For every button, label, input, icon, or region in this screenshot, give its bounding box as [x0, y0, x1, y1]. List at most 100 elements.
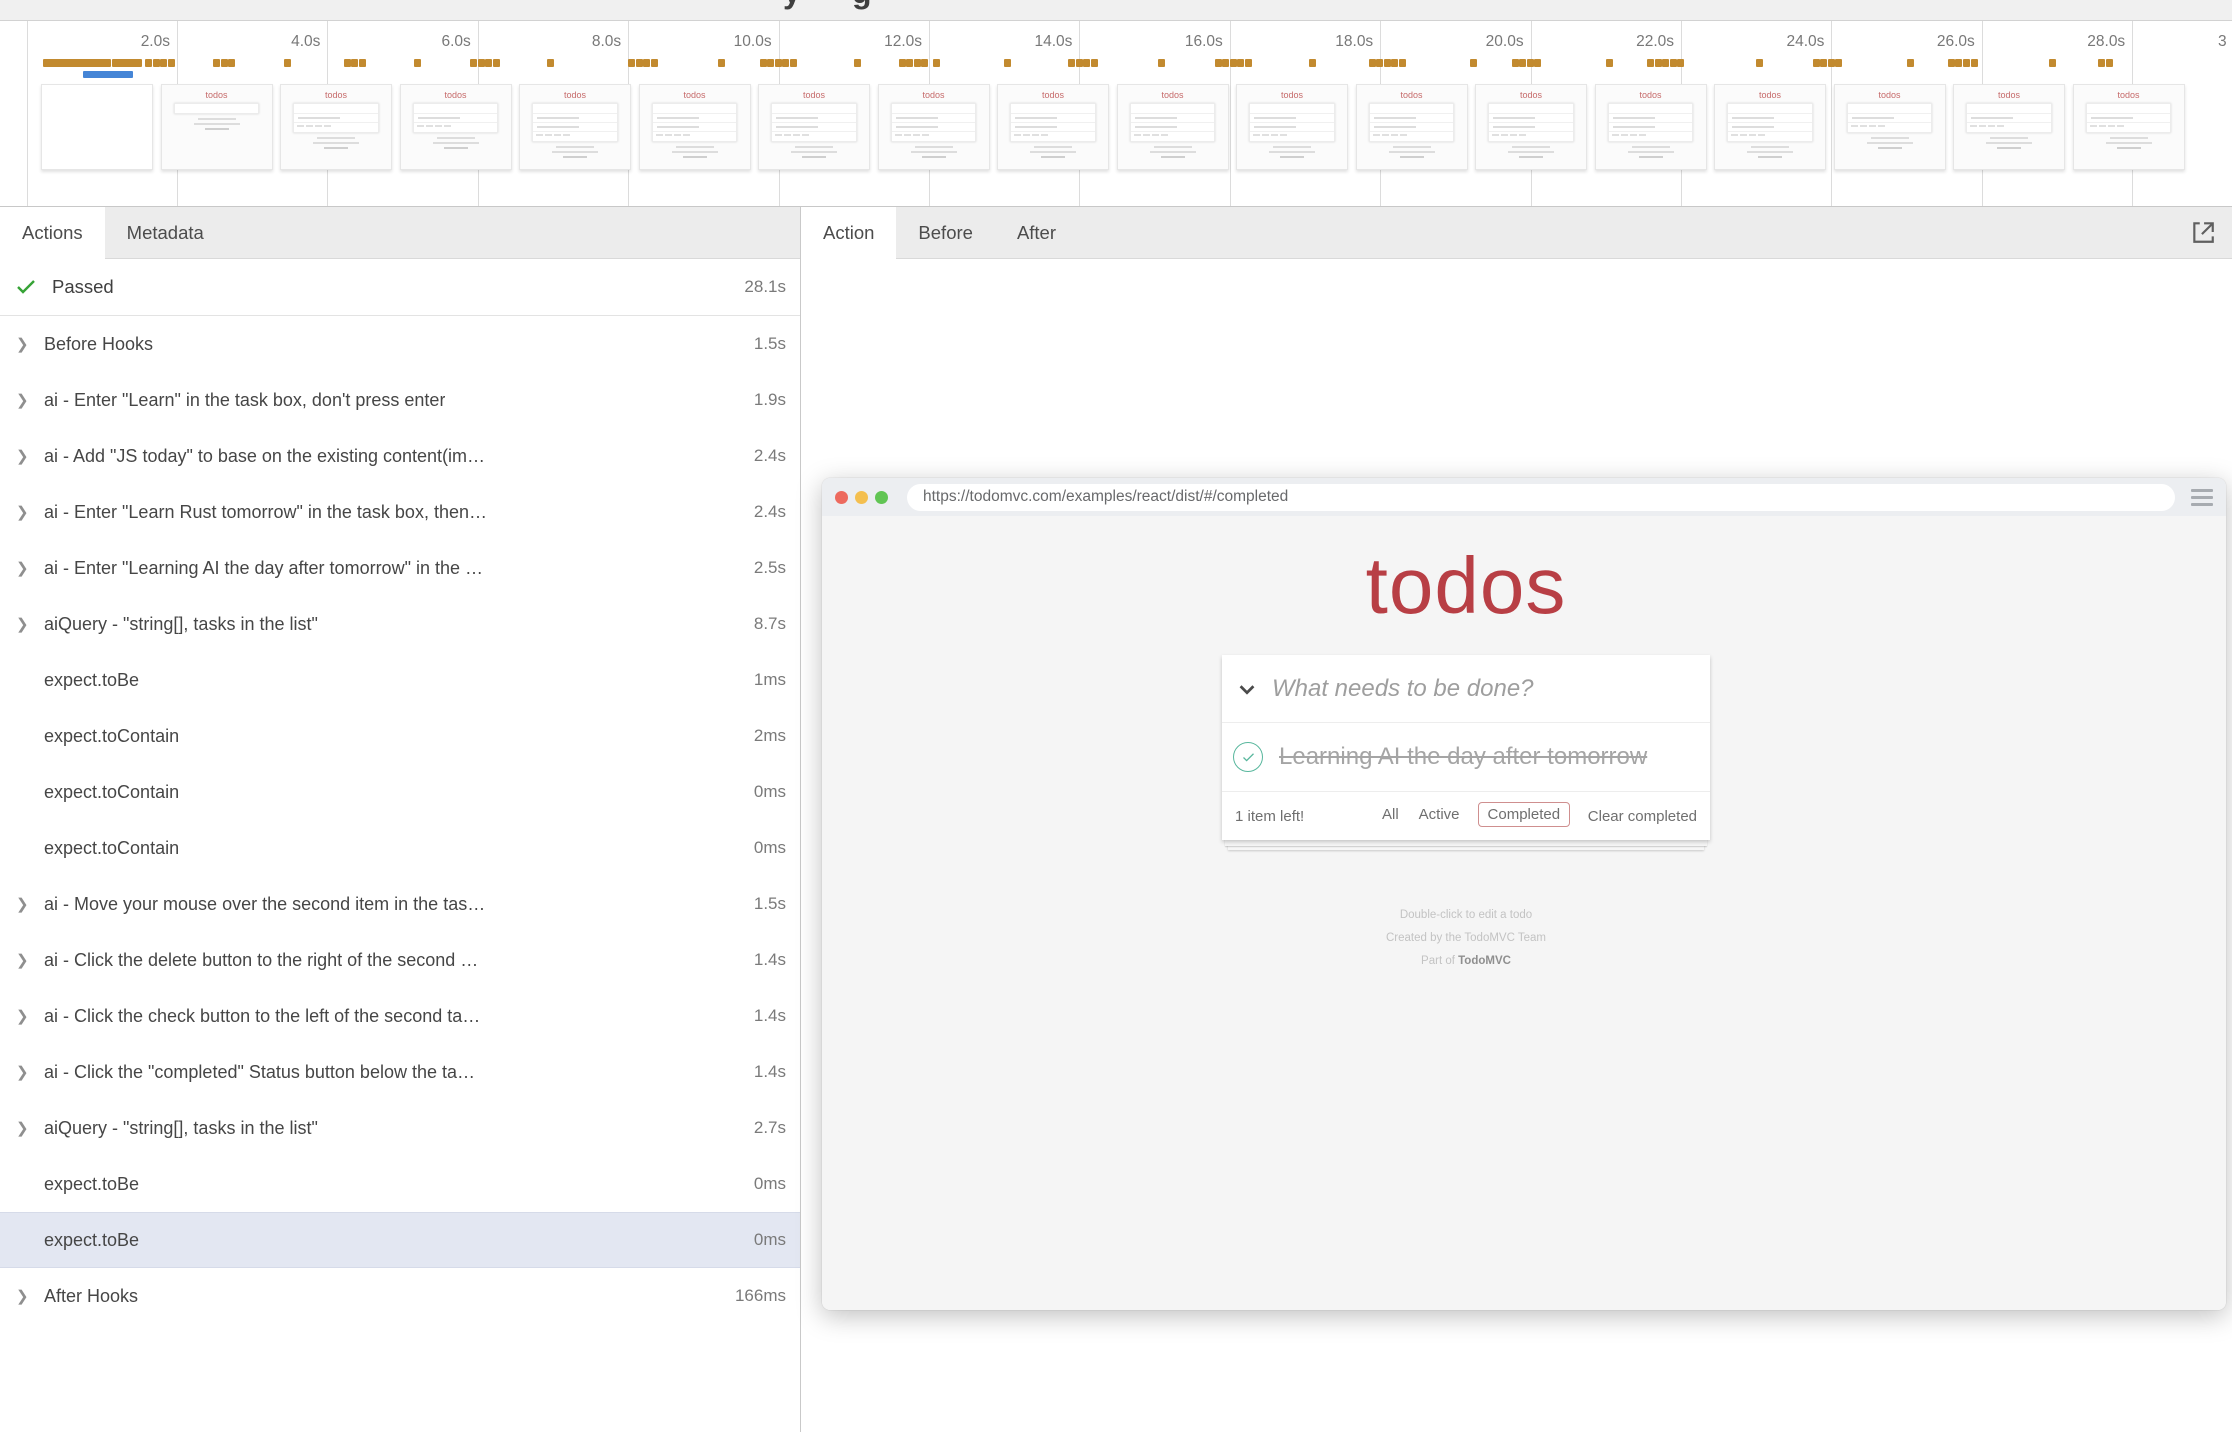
activity-mark [1158, 59, 1165, 67]
address-bar: https://todomvc.com/examples/react/dist/… [907, 484, 2175, 511]
activity-mark [651, 59, 658, 67]
timeline-tick-label: 24.0s [1786, 33, 1824, 51]
tab-after[interactable]: After [995, 207, 1078, 258]
activity-mark [782, 59, 789, 67]
activity-mark [760, 59, 767, 67]
thumbnail-todos-label: todos [1118, 90, 1228, 100]
filmstrip-thumbnail[interactable]: todos [400, 84, 512, 170]
timeline-tick-label: 18.0s [1335, 33, 1373, 51]
filmstrip-thumbnail[interactable]: todos [1595, 84, 1707, 170]
action-row[interactable]: expect.toBe0ms [0, 1156, 800, 1212]
filmstrip-thumbnail[interactable]: todos [161, 84, 273, 170]
expand-chevron-icon[interactable]: ❯ [16, 391, 44, 409]
action-row[interactable]: ❯ai - Click the check button to the left… [0, 988, 800, 1044]
action-row[interactable]: expect.toContain2ms [0, 708, 800, 764]
expand-chevron-icon[interactable]: ❯ [16, 615, 44, 633]
todo-completed-toggle-icon [1233, 742, 1263, 772]
action-row[interactable]: ❯ai - Enter "Learn" in the task box, don… [0, 372, 800, 428]
filmstrip-thumbnail[interactable]: todos [878, 84, 990, 170]
action-label: After Hooks [44, 1286, 138, 1307]
tab-metadata[interactable]: Metadata [105, 207, 226, 258]
filmstrip-thumbnail[interactable]: todos [1236, 84, 1348, 170]
filmstrip-thumbnail[interactable]: todos [280, 84, 392, 170]
filmstrip-thumbnail[interactable]: todos [2073, 84, 2185, 170]
activity-mark [767, 59, 774, 67]
activity-mark [284, 59, 291, 67]
action-row[interactable]: expect.toBe1ms [0, 652, 800, 708]
action-row[interactable]: ❯ai - Click the delete button to the rig… [0, 932, 800, 988]
window-title-fragment: y [783, 0, 801, 11]
action-rows: ❯Before Hooks1.5s❯ai - Enter "Learn" in … [0, 316, 800, 1324]
timeline-strip[interactable]: 2.0s4.0s6.0s8.0s10.0s12.0s14.0s16.0s18.0… [0, 21, 2232, 207]
action-row[interactable]: ❯ai - Enter "Learning AI the day after t… [0, 540, 800, 596]
expand-chevron-icon[interactable]: ❯ [16, 335, 44, 353]
timeline-tick-label: 10.0s [734, 33, 772, 51]
action-row[interactable]: ❯ai - Move your mouse over the second it… [0, 876, 800, 932]
filmstrip-thumbnail[interactable] [41, 84, 153, 170]
thumbnail-todos-label: todos [640, 90, 750, 100]
action-row[interactable]: ❯ai - Add "JS today" to base on the exis… [0, 428, 800, 484]
activity-mark [906, 59, 913, 67]
activity-mark [1004, 59, 1011, 67]
action-row[interactable]: ❯ai - Enter "Learn Rust tomorrow" in the… [0, 484, 800, 540]
action-duration: 1.9s [746, 390, 786, 410]
filmstrip-thumbnail[interactable]: todos [1117, 84, 1229, 170]
tab-before[interactable]: Before [896, 207, 995, 258]
filmstrip-thumbnail[interactable]: todos [1834, 84, 1946, 170]
traffic-light-close-icon [835, 491, 848, 504]
thumbnail-todos-label: todos [281, 90, 391, 100]
filmstrip-thumbnail[interactable]: todos [997, 84, 1109, 170]
filmstrip-thumbnail[interactable]: todos [1475, 84, 1587, 170]
action-row[interactable]: expect.toContain0ms [0, 820, 800, 876]
expand-chevron-icon[interactable]: ❯ [16, 895, 44, 913]
expand-chevron-icon[interactable]: ❯ [16, 1119, 44, 1137]
todo-card: What needs to be done? Learning AI the d… [1222, 655, 1710, 840]
activity-mark [1309, 59, 1316, 67]
activity-mark [1083, 59, 1090, 67]
expand-chevron-icon[interactable]: ❯ [16, 559, 44, 577]
timeline-tick-label: 8.0s [592, 33, 621, 51]
action-row[interactable]: ❯After Hooks166ms [0, 1268, 800, 1324]
activity-mark [1534, 59, 1541, 67]
expand-chevron-icon[interactable]: ❯ [16, 447, 44, 465]
thumbnail-todos-label: todos [879, 90, 989, 100]
expand-chevron-icon[interactable]: ❯ [16, 503, 44, 521]
action-row[interactable]: ❯ai - Click the "completed" Status butto… [0, 1044, 800, 1100]
window-title-fragment: g [852, 0, 872, 11]
todo-item: Learning AI the day after tomorrow [1222, 723, 1710, 792]
filmstrip-thumbnail[interactable]: todos [519, 84, 631, 170]
action-row[interactable]: expect.toBe0ms [0, 1212, 800, 1268]
tab-action[interactable]: Action [801, 207, 896, 259]
action-row[interactable]: ❯aiQuery - "string[], tasks in the list"… [0, 596, 800, 652]
thumbnail-todos-label: todos [1715, 90, 1825, 100]
action-row[interactable]: ❯aiQuery - "string[], tasks in the list"… [0, 1100, 800, 1156]
open-external-icon[interactable] [2190, 219, 2216, 245]
tab-actions[interactable]: Actions [0, 207, 105, 259]
activity-mark [344, 59, 351, 67]
expand-chevron-icon[interactable]: ❯ [16, 1287, 44, 1305]
action-row[interactable]: ❯Before Hooks1.5s [0, 316, 800, 372]
filter-completed: Completed [1478, 802, 1571, 827]
activity-mark [160, 59, 167, 67]
timeline-tick-label: 2.0s [141, 33, 170, 51]
filmstrip-thumbnail[interactable]: todos [639, 84, 751, 170]
todo-footer: 1 item left! All Active Completed Clear … [1222, 792, 1710, 840]
activity-mark [1399, 59, 1406, 67]
expand-chevron-icon[interactable]: ❯ [16, 1063, 44, 1081]
action-label: ai - Click the check button to the left … [44, 1006, 480, 1027]
expand-chevron-icon[interactable]: ❯ [16, 951, 44, 969]
filmstrip-thumbnail[interactable]: todos [1714, 84, 1826, 170]
activity-mark [359, 59, 366, 67]
todomvc-page: todos What needs to be done? [822, 516, 2226, 1310]
filmstrip-thumbnail[interactable]: todos [1953, 84, 2065, 170]
action-duration: 1.4s [746, 950, 786, 970]
action-row[interactable]: expect.toContain0ms [0, 764, 800, 820]
expand-chevron-icon[interactable]: ❯ [16, 1007, 44, 1025]
filmstrip-thumbnail[interactable]: todos [1356, 84, 1468, 170]
activity-mark [112, 59, 142, 67]
activity-mark [790, 59, 797, 67]
new-todo-row: What needs to be done? [1222, 655, 1710, 723]
new-todo-placeholder: What needs to be done? [1272, 675, 1534, 703]
filmstrip-thumbnail[interactable]: todos [758, 84, 870, 170]
activity-mark [43, 59, 111, 67]
